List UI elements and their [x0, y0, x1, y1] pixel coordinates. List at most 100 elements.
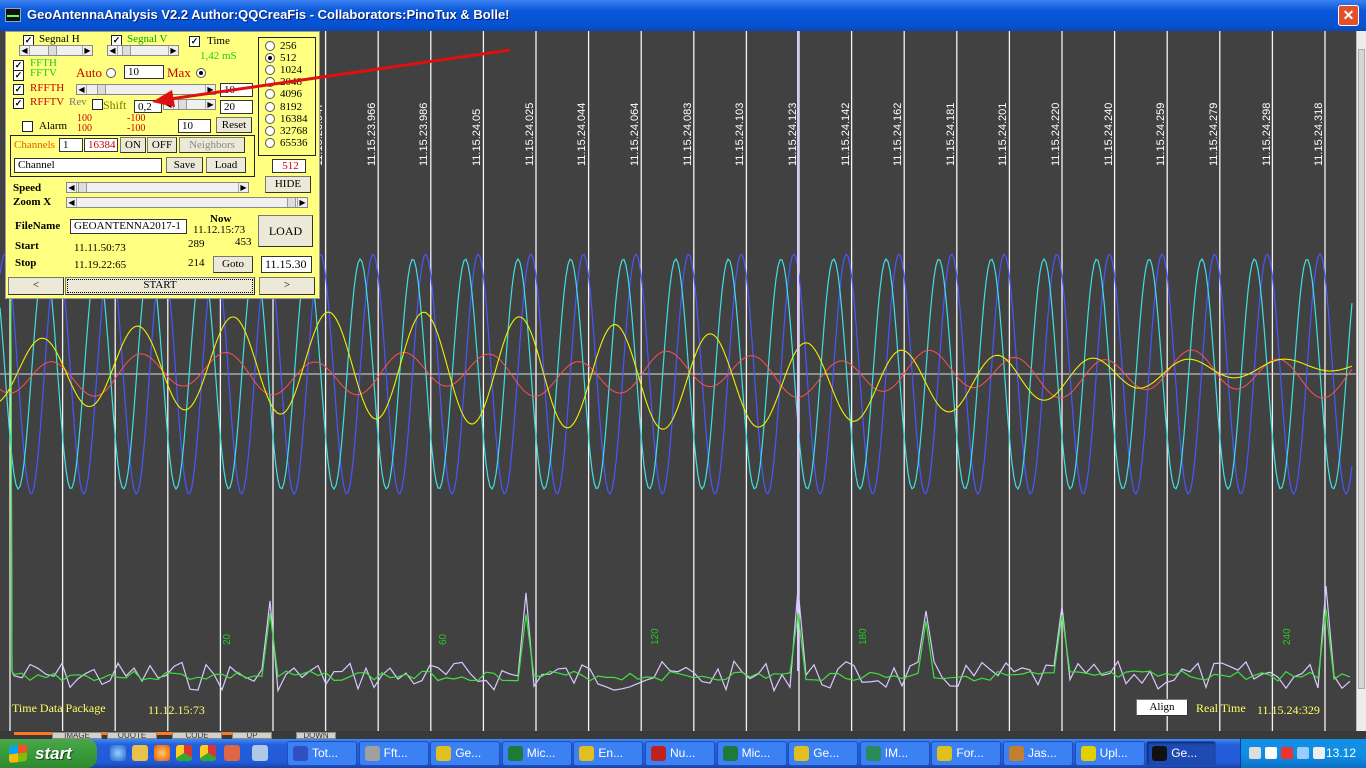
- rfftv-checkbox[interactable]: ✓: [13, 98, 24, 109]
- start-button-taskbar[interactable]: start: [0, 739, 97, 768]
- max-radio[interactable]: [196, 68, 206, 78]
- shift-scroll[interactable]: ◀ ▶: [163, 99, 216, 110]
- segnal-h-scroll[interactable]: ◀ ▶: [19, 45, 93, 56]
- channel-name-input[interactable]: Channel: [14, 158, 162, 173]
- image-icon: [865, 746, 881, 761]
- fft-size-radio[interactable]: [265, 125, 275, 136]
- next-button[interactable]: >: [259, 277, 315, 295]
- start-label: Start: [15, 240, 39, 252]
- vertical-scrollbar[interactable]: [1356, 31, 1366, 731]
- chrome-icon[interactable]: [200, 745, 216, 761]
- taskbar-task[interactable]: Jas...: [1003, 741, 1073, 766]
- load-small-button[interactable]: Load: [206, 157, 246, 173]
- hide-button[interactable]: HIDE: [265, 176, 311, 193]
- chrome-icon: [579, 746, 595, 761]
- taskbar-task[interactable]: For...: [931, 741, 1002, 766]
- bottom-tab[interactable]: DOWN: [296, 732, 336, 739]
- app-icon[interactable]: [224, 745, 240, 761]
- fft-size-radio[interactable]: [265, 113, 275, 124]
- filename-label: FileName: [15, 220, 61, 232]
- start-label: start: [35, 744, 72, 763]
- firefox-icon[interactable]: [154, 745, 170, 761]
- bottom-tab[interactable]: CODE: [172, 732, 222, 739]
- jasc-icon: [1009, 746, 1024, 761]
- filename-input[interactable]: GEOANTENNA2017-1: [70, 219, 187, 234]
- neighbors-button[interactable]: Neighbors: [179, 137, 245, 153]
- taskbar-task[interactable]: Upl...: [1074, 741, 1145, 766]
- shift-value-input[interactable]: 0,2: [134, 100, 162, 113]
- timestamp-label: 11.15.23.966: [365, 102, 378, 166]
- tray-icon[interactable]: [1297, 747, 1309, 759]
- taskbar-task-label: Upl...: [1099, 746, 1128, 760]
- fft-size-radio[interactable]: [265, 137, 275, 148]
- rffth-label: RFFTH: [30, 82, 65, 94]
- save-button[interactable]: Save: [166, 157, 203, 173]
- fft-size-radio[interactable]: [265, 41, 275, 51]
- alarm-value-input[interactable]: 10: [178, 119, 211, 133]
- taskbar-task[interactable]: Mic...: [501, 741, 572, 766]
- bottom-tab[interactable]: UP: [232, 732, 272, 739]
- taskbar-task[interactable]: Fft...: [358, 741, 429, 766]
- on-button[interactable]: ON: [120, 137, 146, 153]
- bottom-strip: IMAGE QUOTE CODE UP DOWN: [0, 731, 1366, 739]
- windows-flag-icon: [9, 744, 27, 763]
- taskbar-task[interactable]: En...: [573, 741, 644, 766]
- timestamp-label: 11.15.24.298: [1260, 102, 1273, 166]
- taskbar-task[interactable]: Nu...: [645, 741, 715, 766]
- app-icon[interactable]: [252, 745, 268, 761]
- tool-icon: [364, 746, 380, 761]
- taskbar-task[interactable]: Ge...: [430, 741, 501, 766]
- auto-radio[interactable]: [106, 68, 116, 78]
- off-button[interactable]: OFF: [147, 137, 177, 153]
- network-icon[interactable]: [1249, 747, 1261, 759]
- rffth-checkbox[interactable]: ✓: [13, 84, 24, 95]
- bottom-tab[interactable]: IMAGE: [52, 732, 102, 739]
- start-button[interactable]: START: [65, 277, 255, 295]
- taskbar-task[interactable]: Mic...: [716, 741, 787, 766]
- close-button[interactable]: ✕: [1338, 5, 1359, 26]
- fftv-label: FFTV: [30, 67, 57, 79]
- channels-to-input[interactable]: 16384: [84, 138, 118, 152]
- goto-time-input[interactable]: 11.15.30: [261, 256, 312, 273]
- timestamp-label: 11.15.24.123: [786, 102, 799, 166]
- volume-icon[interactable]: [1265, 747, 1277, 759]
- time-checkbox[interactable]: ✓: [189, 36, 200, 47]
- clock: 13.12: [1325, 746, 1356, 760]
- taskbar-task[interactable]: Ge...: [1146, 741, 1217, 766]
- reset-button[interactable]: Reset: [216, 117, 252, 133]
- rev-checkbox[interactable]: [92, 99, 103, 110]
- time-value: 1,42 mS: [200, 50, 237, 62]
- taskbar-task[interactable]: Tot...: [287, 741, 357, 766]
- speed-scroll[interactable]: ◀ ▶: [66, 182, 249, 193]
- bottom-tab[interactable]: QUOTE: [107, 732, 157, 739]
- chrome-icon[interactable]: [176, 745, 192, 761]
- chrome-icon: [436, 746, 452, 761]
- auto-value-input[interactable]: 10: [124, 65, 164, 79]
- zoomx-scroll[interactable]: ◀ ▶: [66, 197, 308, 208]
- rffth-scroll[interactable]: ◀ ▶: [76, 84, 216, 95]
- fft-size-radio[interactable]: [265, 101, 275, 112]
- alarm-checkbox[interactable]: [22, 121, 33, 132]
- ie-icon[interactable]: [110, 745, 126, 761]
- taskbar-task[interactable]: Ge...: [788, 741, 859, 766]
- channels-from-input[interactable]: 1: [59, 138, 83, 152]
- align-button[interactable]: Align: [1136, 699, 1188, 716]
- folder-icon[interactable]: [132, 745, 148, 761]
- stop-label: Stop: [15, 257, 37, 269]
- segnal-v-scroll[interactable]: ◀ ▶: [107, 45, 179, 56]
- fftv-checkbox[interactable]: ✓: [13, 70, 24, 81]
- auto-label: Auto: [76, 65, 102, 80]
- load-button[interactable]: LOAD: [258, 215, 313, 247]
- taskbar-task-label: Fft...: [383, 746, 408, 760]
- rev-label: Rev: [69, 96, 87, 108]
- rffth-value-input[interactable]: 10: [220, 83, 253, 97]
- excel-icon: [722, 746, 738, 761]
- shift-right-input[interactable]: 20: [220, 100, 253, 114]
- antivirus-icon[interactable]: [1281, 747, 1293, 759]
- speaker-icon[interactable]: [1313, 747, 1325, 759]
- zoomx-label: Zoom X: [13, 196, 52, 208]
- prev-button[interactable]: <: [8, 277, 64, 295]
- taskbar-task-label: En...: [598, 746, 624, 760]
- taskbar-task[interactable]: IM...: [859, 741, 930, 766]
- goto-button[interactable]: Goto: [213, 256, 253, 273]
